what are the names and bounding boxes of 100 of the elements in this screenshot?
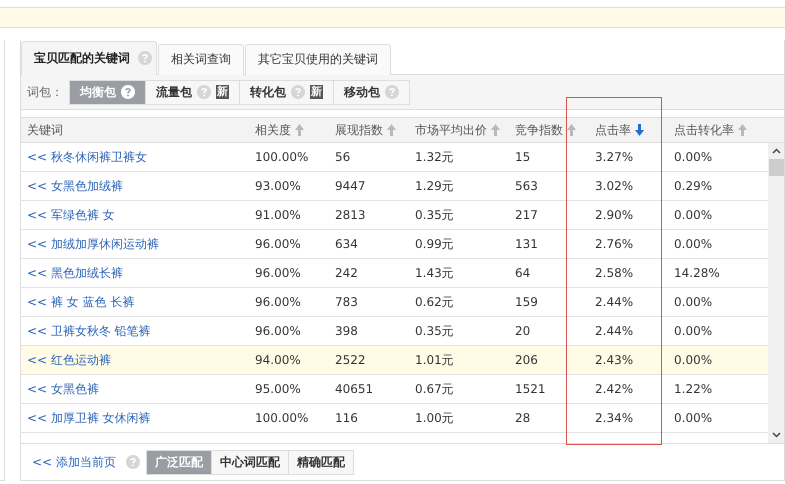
tab[interactable]: 其它宝贝使用的关键词 [245, 44, 391, 75]
sort-up-icon[interactable] [387, 124, 396, 136]
table-cell-text: 2522 [334, 353, 367, 368]
word-pack-button[interactable]: 流量包 新 [145, 80, 239, 104]
scrollbar[interactable] [768, 143, 784, 444]
help-icon[interactable] [197, 85, 211, 99]
column-header: 关键词 [26, 122, 64, 139]
table-cell-text: 3.02% [594, 179, 634, 194]
new-badge: 新 [310, 85, 323, 99]
table-cell-text: 0.00% [673, 353, 714, 368]
table-cell-text: 116 [334, 411, 359, 426]
keyword-link[interactable]: << 加厚卫裤 女休闲裤 [21, 410, 249, 427]
table-cell-text: 0.00% [673, 295, 714, 310]
tab[interactable]: 宝贝匹配的关键词 [21, 40, 157, 75]
scroll-thumb[interactable] [768, 159, 784, 176]
keyword-link[interactable]: << 裤 女 蓝色 长裤 [21, 294, 249, 311]
table-cell-text: 95.00% [254, 382, 302, 396]
match-type-button[interactable]: 中心词匹配 [210, 450, 288, 474]
table-cell-text: 0.99元 [414, 236, 455, 253]
word-pack-button[interactable]: 转化包 新 [239, 80, 333, 104]
table-cell-text: 3.27% [594, 150, 634, 164]
table-cell-text: 2813 [334, 208, 367, 222]
table-cell-text: 1.29元 [414, 178, 455, 195]
table-cell-text: 2.76% [594, 237, 634, 252]
table-cell-text: 398 [334, 324, 359, 338]
table-cell-text: 96.00% [254, 266, 302, 280]
table-cell-text: 2.90% [594, 208, 634, 222]
table-cell-text: 783 [334, 295, 359, 310]
table-cell-text: 100.00% [254, 411, 310, 426]
table-cell-text: 0.35元 [414, 322, 455, 340]
table-cell-text: 2.44% [594, 324, 634, 338]
keyword-link[interactable]: << 秋冬休闲裤卫裤女 [21, 148, 249, 166]
table-cell-text: 15 [514, 150, 532, 164]
help-icon[interactable] [291, 85, 305, 99]
word-pack-button[interactable]: 移动包 [333, 80, 409, 104]
column-header[interactable]: 点击率 [589, 122, 668, 139]
table-cell-text: 131 [514, 237, 539, 252]
match-type-button[interactable]: 精确匹配 [288, 450, 353, 474]
column-header[interactable]: 展现指数 [329, 122, 409, 139]
table-cell-text: 0.00% [673, 150, 714, 164]
table-cell-text: 0.00% [673, 324, 714, 338]
keyword-link[interactable]: << 加绒加厚休闲运动裤 [21, 236, 249, 253]
column-header[interactable]: 市场平均出价 [409, 122, 509, 139]
table-cell-text: 93.00% [254, 179, 302, 194]
table-cell-text: 563 [514, 179, 539, 194]
table-cell-text: 206 [514, 353, 539, 368]
table-cell-text: 0.29% [673, 179, 714, 194]
table-cell-text: 1.43元 [414, 264, 455, 282]
table-cell-text: 0.00% [673, 237, 714, 252]
column-header[interactable]: 竞争指数 [509, 122, 589, 139]
table-cell-text: 28 [514, 411, 532, 426]
table-cell-text: 91.00% [254, 208, 302, 222]
table-cell-text: 2.58% [594, 266, 634, 280]
table-cell-text: 1.00元 [414, 410, 455, 427]
table-cell-text: 0.00% [673, 411, 714, 426]
column-header[interactable]: 相关度 [249, 122, 329, 139]
table-cell-text: 9447 [334, 179, 367, 194]
keyword-link[interactable]: << 卫裤女秋冬 铅笔裤 [21, 322, 249, 340]
table-row[interactable]: << 红色运动裤 94.00% 2522 1.01元 206 2.43% 0.00% [21, 346, 768, 376]
table-cell-text: 634 [334, 237, 359, 252]
table-cell-text: 0.62元 [414, 294, 455, 311]
sort-up-icon[interactable] [491, 124, 500, 136]
sort-down-icon[interactable] [635, 124, 644, 136]
keyword-link[interactable]: << 黑色加绒长裤 [21, 264, 249, 282]
sort-up-icon[interactable] [295, 124, 304, 136]
table-cell-text: 94.00% [254, 353, 302, 368]
table-cell-text: 1521 [514, 382, 547, 396]
help-icon[interactable] [385, 85, 399, 99]
table-cell-text: 96.00% [254, 295, 302, 310]
table-cell-text: 96.00% [254, 324, 302, 338]
sort-up-icon[interactable] [567, 124, 576, 136]
table-cell-text: 1.32元 [414, 148, 455, 166]
table-cell-text: 1.01元 [414, 352, 455, 369]
table-cell-text: 0.35元 [414, 206, 455, 224]
table-cell-text: 217 [514, 208, 539, 222]
column-header[interactable]: 点击转化率 [668, 122, 768, 139]
table-cell-text: 1.22% [673, 382, 714, 396]
sort-up-icon[interactable] [738, 124, 747, 136]
table-cell-text: 159 [514, 295, 539, 310]
keyword-link[interactable]: << 军绿色裤 女 [21, 206, 249, 224]
table-cell-text: 2.34% [594, 411, 634, 426]
table-cell-text: 14.28% [673, 266, 721, 280]
keyword-link[interactable]: << 女黑色加绒裤 [21, 178, 249, 195]
table-cell-text: 2.43% [594, 353, 634, 368]
table-cell-text: 2.44% [594, 295, 634, 310]
help-icon[interactable] [126, 455, 140, 470]
tab[interactable]: 相关词查询 [158, 44, 244, 75]
word-pack-label: 词包： [27, 84, 63, 100]
help-icon[interactable] [138, 51, 152, 66]
help-icon[interactable] [121, 85, 135, 99]
add-page-link[interactable]: << 添加当前页 [32, 454, 116, 471]
keyword-link[interactable]: << 女黑色裤 [21, 380, 249, 398]
table-cell-text: 0.00% [673, 208, 714, 222]
table-cell-text: 100.00% [254, 150, 310, 164]
table-cell-text: 64 [514, 266, 532, 280]
keyword-link[interactable]: << 红色运动裤 [21, 352, 249, 369]
new-badge: 新 [216, 85, 229, 99]
table-cell-text: 40651 [334, 382, 374, 396]
table-cell-text: 0.67元 [414, 380, 455, 398]
table-cell-text: 242 [334, 266, 359, 280]
